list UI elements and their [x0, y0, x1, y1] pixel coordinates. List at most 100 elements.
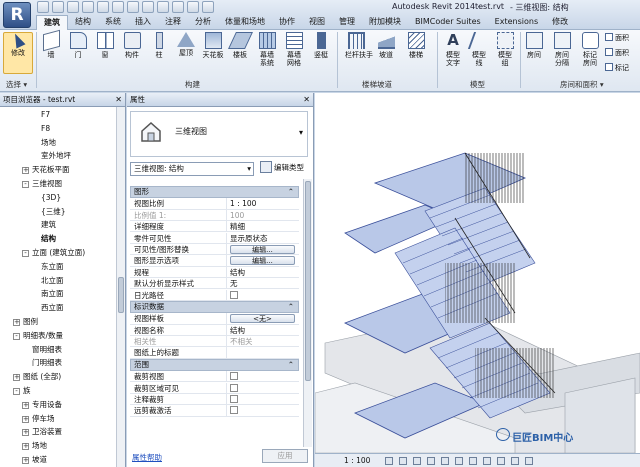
tab-4[interactable]: 注释	[158, 15, 188, 30]
area-small-button[interactable]: 面积	[605, 48, 629, 58]
browser-tree-item[interactable]: -族	[13, 384, 31, 397]
close-hidden-icon[interactable]	[187, 1, 199, 13]
tab-2[interactable]: 系统	[98, 15, 128, 30]
undo-icon[interactable]	[67, 1, 79, 13]
print-icon[interactable]	[97, 1, 109, 13]
browser-tree-item[interactable]: + 图纸 (全部)	[13, 370, 61, 383]
browser-tree-item[interactable]: - 立面 (建筑立面)	[22, 246, 85, 259]
view-instance-selector[interactable]: 三维视图: 结构 ▾	[130, 162, 254, 176]
tab-7[interactable]: 协作	[272, 15, 302, 30]
browser-tree-item[interactable]: + 天花板平面	[22, 163, 70, 176]
browser-scrollbar[interactable]	[116, 107, 125, 467]
collapse-icon[interactable]: -	[22, 181, 29, 188]
reveal-hidden-icon[interactable]	[511, 457, 519, 465]
ribbon-button-build-group-7[interactable]: 楼板	[227, 32, 253, 59]
expand-icon[interactable]: +	[22, 167, 29, 175]
ribbon-button-circ-group-0[interactable]: 栏杆扶手	[345, 32, 373, 59]
tab-12[interactable]: Extensions	[488, 15, 545, 30]
crop-region-icon[interactable]	[469, 457, 477, 465]
tab-11[interactable]: BIMCoder Suites	[408, 15, 488, 30]
property-value[interactable]: 1 : 100	[226, 198, 298, 210]
browser-scroll-thumb[interactable]	[118, 277, 124, 313]
properties-help-link[interactable]: 属性帮助	[132, 452, 162, 463]
room-area-group-label[interactable]: 房间和面积 ▾	[560, 79, 604, 90]
ribbon-button-build-group-1[interactable]: 门	[67, 32, 89, 59]
property-checkbox[interactable]	[230, 406, 238, 415]
ribbon-button-build-group-2[interactable]: 窗	[94, 32, 116, 59]
browser-tree-item[interactable]: 场地	[41, 136, 56, 149]
property-value[interactable]	[226, 393, 298, 405]
browser-tree-item[interactable]: 南立面	[41, 287, 64, 300]
property-checkbox[interactable]	[230, 290, 238, 299]
ribbon-button-build-group-10[interactable]: 竖梃	[310, 32, 332, 59]
collapse-icon[interactable]: -	[13, 388, 20, 395]
select-group-label[interactable]: 选择 ▾	[6, 79, 27, 90]
expand-icon[interactable]: +	[13, 319, 20, 326]
measure-icon[interactable]	[112, 1, 124, 13]
ribbon-button-room-group-1[interactable]: 房间 分隔	[551, 32, 573, 67]
property-value[interactable]	[226, 371, 298, 383]
browser-tree-item[interactable]: - 三维视图	[22, 177, 62, 190]
expand-icon[interactable]: +	[22, 457, 29, 464]
browser-tree-item[interactable]: + 卫浴装置	[22, 425, 62, 438]
3d-view-icon[interactable]	[142, 1, 154, 13]
render-icon[interactable]	[441, 457, 449, 465]
ribbon-button-build-group-9[interactable]: 幕墙 网格	[283, 32, 305, 67]
tab-9[interactable]: 管理	[332, 15, 362, 30]
browser-tree-item[interactable]: 东立面	[41, 260, 64, 273]
save-icon[interactable]	[52, 1, 64, 13]
modify-button[interactable]: 修改	[3, 31, 33, 74]
tab-5[interactable]: 分析	[188, 15, 218, 30]
tab-0[interactable]: 建筑	[36, 15, 68, 30]
browser-tree-item[interactable]: 建筑	[41, 218, 56, 231]
section-icon[interactable]	[157, 1, 169, 13]
property-section-header[interactable]: 标识数据 ⌃	[130, 300, 299, 313]
property-checkbox[interactable]	[230, 383, 238, 392]
property-section-header[interactable]: 范围 ⌃	[130, 358, 299, 371]
property-value[interactable]: 精细	[226, 221, 298, 233]
property-value[interactable]: 编辑...	[226, 243, 298, 255]
property-value[interactable]: 无	[226, 278, 298, 290]
property-value[interactable]	[226, 347, 298, 359]
browser-tree-item[interactable]: 窗明细表	[32, 343, 62, 356]
properties-scrollbar[interactable]	[303, 179, 312, 447]
browser-tree-item[interactable]: 结构	[41, 232, 56, 245]
ribbon-button-model-group-2[interactable]: 模型组	[494, 32, 516, 67]
type-selector[interactable]: 三维视图 ▾	[130, 111, 308, 157]
expand-icon[interactable]: +	[22, 401, 29, 409]
browser-tree-item[interactable]: + 专用设备	[22, 398, 62, 411]
switch-windows-icon[interactable]	[202, 1, 214, 13]
expand-icon[interactable]: +	[22, 429, 29, 437]
apply-button[interactable]: 应用	[262, 449, 308, 463]
ribbon-button-circ-group-2[interactable]: 楼梯	[405, 32, 427, 59]
property-edit-button[interactable]: 编辑...	[230, 244, 295, 254]
browser-tree-item[interactable]: + 停车场	[22, 412, 55, 425]
property-value[interactable]: <无>	[226, 313, 298, 325]
expand-icon[interactable]: +	[22, 415, 29, 423]
ribbon-button-model-group-1[interactable]: 模型线	[467, 32, 491, 67]
browser-tree-item[interactable]: {三维}	[41, 205, 66, 218]
browser-tree-item[interactable]: + 场地	[22, 439, 47, 452]
tab-10[interactable]: 附加模块	[362, 15, 408, 30]
ribbon-button-room-group-0[interactable]: 房间	[523, 32, 545, 59]
area-small-button[interactable]: 标记	[605, 63, 629, 73]
browser-tree-item[interactable]: 北立面	[41, 274, 64, 287]
lock-view-icon[interactable]	[483, 457, 491, 465]
application-menu-button[interactable]: R	[3, 2, 31, 28]
expand-icon[interactable]: +	[22, 443, 29, 451]
ribbon-button-build-group-5[interactable]: 屋顶	[175, 32, 197, 57]
tab-8[interactable]: 视图	[302, 15, 332, 30]
property-checkbox[interactable]	[230, 372, 238, 381]
crop-view-icon[interactable]	[455, 457, 463, 465]
tab-13[interactable]: 修改	[545, 15, 575, 30]
visual-style-icon[interactable]	[399, 457, 407, 465]
shadows-icon[interactable]	[427, 457, 435, 465]
ribbon-button-build-group-0[interactable]: 墙	[40, 29, 62, 59]
browser-tree-item[interactable]: 室外地坪	[41, 149, 71, 162]
view-scale[interactable]: 1 : 100	[344, 456, 370, 465]
property-edit-button[interactable]: 编辑...	[230, 256, 295, 266]
ribbon-button-build-group-3[interactable]: 构件	[121, 32, 143, 59]
open-icon[interactable]	[37, 1, 49, 13]
browser-tree-item[interactable]: 门明细表	[32, 356, 62, 369]
ribbon-button-build-group-6[interactable]: 天花板	[202, 32, 224, 59]
